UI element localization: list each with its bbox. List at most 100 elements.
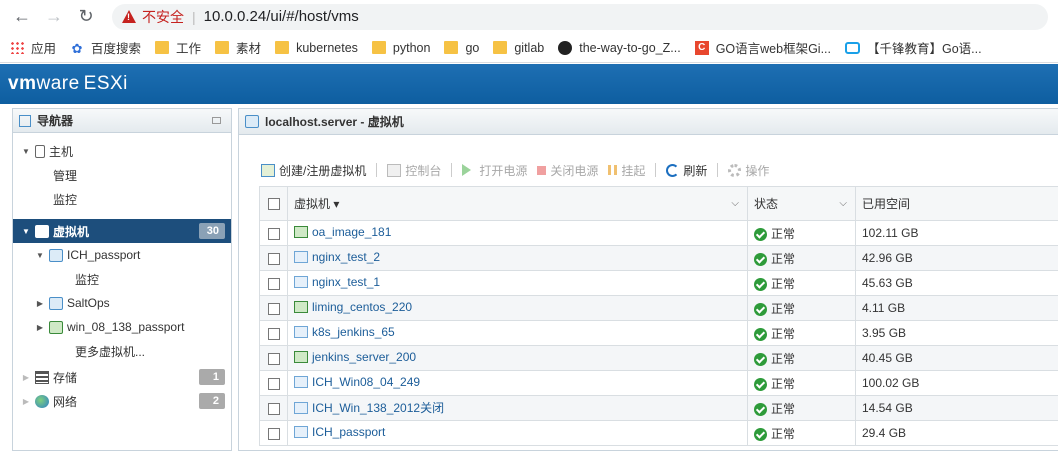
reload-icon[interactable]: ↻ bbox=[74, 5, 98, 29]
select-all-checkbox[interactable] bbox=[267, 198, 280, 211]
bookmark-work[interactable]: 工作 bbox=[155, 38, 201, 57]
row-checkbox-cell bbox=[259, 245, 288, 271]
bookmark-apps[interactable]: 应用 bbox=[10, 38, 56, 57]
table-row[interactable]: k8s_jenkins_65 正常 3.95 GB bbox=[259, 320, 1058, 346]
vm-powered-off-icon bbox=[294, 251, 308, 263]
expand-arrow-icon[interactable]: ▶ bbox=[35, 299, 45, 308]
main-panel: localhost.server - 虚拟机 创建/注册虚拟机 控制台 打开电源… bbox=[238, 108, 1058, 451]
address-bar[interactable]: 不安全 | 10.0.0.24/ui/#/host/vms bbox=[112, 3, 1048, 30]
tree-item-vm-saltops[interactable]: ▶ SaltOps bbox=[13, 291, 231, 315]
actions-button[interactable]: 操作 bbox=[728, 162, 769, 179]
row-checkbox[interactable] bbox=[267, 327, 280, 340]
vm-name-link[interactable]: ICH_Win_138_2012关闭 bbox=[294, 399, 444, 416]
chevron-down-icon[interactable]: ⌵ bbox=[731, 198, 739, 209]
power-off-button[interactable]: 关闭电源 bbox=[537, 162, 598, 179]
tree-item-vm-win08[interactable]: ▶ win_08_138_passport bbox=[13, 315, 231, 339]
storage-icon bbox=[35, 370, 49, 384]
tree-item-host-monitor[interactable]: 监控 bbox=[13, 187, 231, 211]
bookmark-kubernetes[interactable]: kubernetes bbox=[275, 41, 358, 55]
vm-name-link[interactable]: ICH_Win08_04_249 bbox=[294, 375, 420, 389]
collapse-arrow-icon[interactable]: ▼ bbox=[21, 147, 31, 156]
bookmark-qianfeng[interactable]: 【千锋教育】Go语... bbox=[844, 38, 982, 57]
vm-used-space-cell: 45.63 GB bbox=[855, 270, 1058, 296]
table-row[interactable]: ICH_Win_138_2012关闭 正常 14.54 GB bbox=[259, 395, 1058, 421]
table-row[interactable]: ICH_Win08_04_249 正常 100.02 GB bbox=[259, 370, 1058, 396]
navigator-icon bbox=[19, 114, 31, 127]
table-row[interactable]: liming_centos_220 正常 4.11 GB bbox=[259, 295, 1058, 321]
row-checkbox[interactable] bbox=[267, 377, 280, 390]
host-icon bbox=[35, 144, 45, 158]
chevron-down-icon[interactable]: ⌵ bbox=[839, 198, 847, 209]
row-checkbox-cell bbox=[259, 345, 288, 371]
row-checkbox[interactable] bbox=[267, 227, 280, 240]
vm-used-space-cell: 4.11 GB bbox=[855, 295, 1058, 321]
row-checkbox[interactable] bbox=[267, 302, 280, 315]
expand-arrow-icon[interactable]: ▶ bbox=[21, 397, 31, 406]
vm-name-link[interactable]: ICH_passport bbox=[294, 425, 385, 439]
tree-item-network[interactable]: ▶ 网络 2 bbox=[13, 389, 231, 413]
row-checkbox[interactable] bbox=[267, 277, 280, 290]
vm-powered-on-icon bbox=[294, 226, 308, 238]
vm-name-link[interactable]: nginx_test_2 bbox=[294, 250, 380, 264]
vm-used-space-cell: 100.02 GB bbox=[855, 370, 1058, 396]
expand-arrow-icon[interactable]: ▶ bbox=[21, 373, 31, 382]
collapse-arrow-icon[interactable]: ▼ bbox=[21, 227, 31, 236]
row-checkbox[interactable] bbox=[267, 352, 280, 365]
tree-item-vms[interactable]: ▼ 虚拟机 30 bbox=[13, 219, 231, 243]
column-header-state[interactable]: 状态 ⌵ bbox=[747, 186, 856, 221]
forward-arrow-icon[interactable]: → bbox=[42, 5, 66, 29]
bookmark-go-web[interactable]: C GO语言web框架Gi... bbox=[694, 38, 831, 57]
vm-name-link[interactable]: nginx_test_1 bbox=[294, 275, 380, 289]
table-row[interactable]: jenkins_server_200 正常 40.45 GB bbox=[259, 345, 1058, 371]
table-row[interactable]: nginx_test_1 正常 45.63 GB bbox=[259, 270, 1058, 296]
bookmark-material[interactable]: 素材 bbox=[215, 38, 261, 57]
vm-name-link[interactable]: liming_centos_220 bbox=[294, 300, 412, 314]
check-circle-icon bbox=[754, 252, 767, 266]
table-row[interactable]: ICH_passport 正常 29.4 GB bbox=[259, 420, 1058, 446]
refresh-button[interactable]: 刷新 bbox=[666, 162, 707, 179]
table-row[interactable]: oa_image_181 正常 102.11 GB bbox=[259, 220, 1058, 246]
vm-state-cell: 正常 bbox=[747, 295, 856, 321]
column-header-used-space[interactable]: 已用空间 bbox=[855, 186, 1058, 221]
check-circle-icon bbox=[754, 402, 767, 416]
tree-item-more-vms[interactable]: 更多虚拟机... bbox=[13, 339, 231, 363]
toolbar-separator bbox=[451, 163, 453, 177]
suspend-button[interactable]: 挂起 bbox=[608, 162, 645, 179]
column-header-name[interactable]: 虚拟机 ▾ ⌵ bbox=[287, 186, 748, 221]
bookmark-baidu[interactable]: ✿ 百度搜索 bbox=[70, 38, 141, 57]
table-row[interactable]: nginx_test_2 正常 42.96 GB bbox=[259, 245, 1058, 271]
bookmark-go[interactable]: go bbox=[444, 41, 479, 55]
page-title: localhost.server - 虚拟机 bbox=[265, 115, 404, 129]
play-icon bbox=[462, 164, 472, 176]
network-icon bbox=[35, 394, 49, 408]
power-on-button[interactable]: 打开电源 bbox=[462, 162, 527, 179]
folder-icon bbox=[155, 41, 170, 54]
vm-name-link[interactable]: k8s_jenkins_65 bbox=[294, 325, 395, 339]
bookmark-the-way-to-go[interactable]: the-way-to-go_Z... bbox=[558, 40, 681, 55]
tree-item-vm-monitor[interactable]: 监控 bbox=[13, 267, 231, 291]
collapse-arrow-icon[interactable]: ▼ bbox=[35, 251, 45, 260]
tree-item-storage[interactable]: ▶ 存储 1 bbox=[13, 365, 231, 389]
vm-used-space-cell: 102.11 GB bbox=[855, 220, 1058, 246]
tree-item-vm-ich-passport[interactable]: ▼ ICH_passport bbox=[13, 243, 231, 267]
browser-toolbar: ← → ↻ 不安全 | 10.0.0.24/ui/#/host/vms bbox=[0, 0, 1058, 33]
vm-name-cell: jenkins_server_200 bbox=[287, 345, 748, 371]
vm-name-link[interactable]: jenkins_server_200 bbox=[294, 350, 416, 364]
back-arrow-icon[interactable]: ← bbox=[10, 5, 34, 29]
bookmark-python[interactable]: python bbox=[371, 41, 430, 55]
row-checkbox[interactable] bbox=[267, 427, 280, 440]
row-checkbox-cell bbox=[259, 220, 288, 246]
bookmark-gitlab[interactable]: gitlab bbox=[493, 41, 544, 55]
expand-arrow-icon[interactable]: ▶ bbox=[35, 323, 45, 332]
tree-item-manage[interactable]: 管理 bbox=[13, 163, 231, 187]
vm-used-space-cell: 40.45 GB bbox=[855, 345, 1058, 371]
table-header-row: 虚拟机 ▾ ⌵ 状态 ⌵ 已用空间 bbox=[259, 186, 1058, 221]
create-register-vm-button[interactable]: 创建/注册虚拟机 bbox=[261, 162, 366, 179]
vm-name-link[interactable]: oa_image_181 bbox=[294, 225, 391, 239]
tree-item-host[interactable]: ▼ 主机 bbox=[13, 139, 231, 163]
vm-name-cell: oa_image_181 bbox=[287, 220, 748, 246]
console-button[interactable]: 控制台 bbox=[387, 162, 441, 179]
row-checkbox[interactable] bbox=[267, 252, 280, 265]
row-checkbox[interactable] bbox=[267, 402, 280, 415]
minimize-icon[interactable] bbox=[212, 117, 221, 124]
